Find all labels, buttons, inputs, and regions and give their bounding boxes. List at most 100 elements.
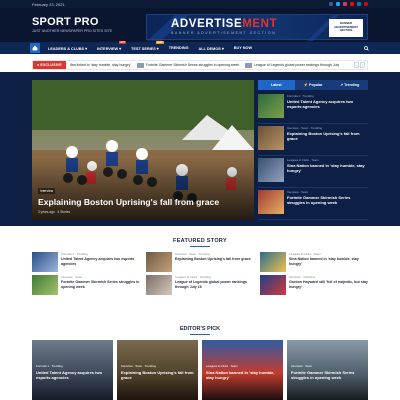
editor-card[interactable]: Formula 1 · Trending United Talent Agenc… <box>32 340 113 400</box>
editor-card[interactable]: Interview · Team Fortnite Gammer Skirmis… <box>287 340 368 400</box>
hero-title[interactable]: Explaining Boston Uprising's fall from g… <box>38 197 219 207</box>
site-tagline: JUST ANOTHER NEWSPAPER PRO SITES SITE <box>32 29 113 33</box>
article-title[interactable]: United Talent Agency acquires two esport… <box>61 257 140 266</box>
home-icon <box>32 45 38 51</box>
article-category: Interview · Team <box>61 275 83 279</box>
article-title[interactable]: Sina Nation banned in 'stay humble, stay… <box>289 257 368 266</box>
featured-grid: Formula 1 · Trending United Talent Agency… <box>32 252 368 318</box>
youtube-icon[interactable] <box>350 2 354 6</box>
ad-title: ADVERTISEMENT <box>171 18 278 30</box>
article-category: Leagues & Clubs · Team <box>287 158 319 162</box>
article-category: Leagues & Clubs · Team <box>289 252 321 256</box>
hero-category[interactable]: Interview <box>38 188 56 194</box>
editor-card[interactable]: Interview · Team · Trending Explaining B… <box>117 340 198 400</box>
nav-item-all-demos[interactable]: ALL DEMOS ▾ <box>194 46 229 51</box>
tabs-panel: Latest ⚡ Popular ↗ Trending Formula 1 · Tr… <box>258 80 369 220</box>
main-navigation: LEADERS & CLUBS ▾ INTERVIEW ▾ HOT TEST SE… <box>0 40 400 54</box>
article-title[interactable]: Explaining Boston Uprising's fall from g… <box>175 257 251 262</box>
article-title[interactable]: Sina Nation banned in 'stay humble, stay… <box>206 370 280 380</box>
article-title[interactable]: Explaining Boston Uprising's fall from g… <box>121 370 195 380</box>
article-category: Formula 1 · Trending <box>36 364 63 368</box>
list-item[interactable]: Formula 1 · Trending United Talent Agency… <box>258 92 368 124</box>
ticker-item[interactable]: Ifan linked to 'stay humble, stay hungry… <box>70 63 131 68</box>
article-title[interactable]: Explaining Boston Uprising's fall from g… <box>287 131 368 141</box>
editors-pick-title: EDITOR'S PICK <box>179 326 221 332</box>
article-category: Interview · Team · Trending <box>287 126 322 130</box>
article-title[interactable]: League of Legends global power rankings … <box>175 280 254 289</box>
article-category: Interview · Team · Trending <box>175 252 210 256</box>
nav-item-test-series[interactable]: TEST SERIES ▾ HOT <box>126 40 164 51</box>
twitter-icon[interactable] <box>336 2 340 6</box>
featured-section-title: FEATURED STORY <box>173 238 227 244</box>
linkedin-icon[interactable] <box>357 2 361 6</box>
site-header: SPORT PRO JUST ANOTHER NEWSPAPER PRO SIT… <box>0 8 400 42</box>
top-bar: February 23, 2021 <box>0 0 400 8</box>
current-date: February 23, 2021 <box>32 1 65 7</box>
trending-icon: ↗ <box>340 83 344 87</box>
article-category: Interview · Team · Trending <box>121 364 156 368</box>
ticker-next-button[interactable]: › <box>360 62 365 68</box>
list-item[interactable]: Interview · Transfers Gordon Hayward stil… <box>260 275 368 295</box>
tab-popular[interactable]: ⚡ Popular <box>294 80 332 90</box>
ad-side-box: BANNER ADVERTISEMENT SECTION <box>329 19 363 37</box>
tab-latest[interactable]: Latest <box>258 80 295 90</box>
search-icon <box>363 45 369 51</box>
article-title[interactable]: United Talent Agency acquires two esport… <box>287 99 368 109</box>
nav-item-buy-now[interactable]: BUY NOW <box>229 46 257 50</box>
nav-item-leaders-clubs[interactable]: LEADERS & CLUBS ▾ <box>43 46 92 51</box>
article-category: Formula 1 · Trending <box>287 94 314 98</box>
article-category: Leagues & Clubs · Trending <box>175 275 211 279</box>
site-logo[interactable]: SPORT PRO <box>32 16 99 28</box>
editors-pick-row: Formula 1 · Trending United Talent Agenc… <box>32 340 368 400</box>
pinterest-icon[interactable] <box>364 2 368 6</box>
article-thumbnail <box>260 252 286 272</box>
list-item[interactable]: Formula 1 · Trending United Talent Agency… <box>32 252 140 272</box>
tab-trending[interactable]: ↗ Trending <box>331 80 369 90</box>
exclusive-label: ● EXCLUSIVE <box>33 61 66 69</box>
list-item[interactable]: Leagues & Clubs · Team Sina Nation banned… <box>258 156 368 188</box>
article-thumbnail <box>32 275 58 295</box>
article-category: Formula 1 · Trending <box>61 252 88 256</box>
title-underline <box>190 334 210 335</box>
hot-badge: HOT <box>156 40 164 44</box>
article-title[interactable]: Sina Nation banned in 'stay humble, stay… <box>287 163 368 173</box>
list-item[interactable]: Interview · Team · Trending Explaining Bo… <box>146 252 254 272</box>
list-item[interactable]: Interview · Team Fortnite Gammer Skirmish… <box>32 275 140 295</box>
hot-badge: HOT <box>118 40 127 44</box>
article-title[interactable]: United Talent Agency acquires two esport… <box>36 370 110 380</box>
article-thumbnail <box>258 94 284 118</box>
ticker-controls: ‹ › <box>354 62 367 68</box>
article-title[interactable]: Gordon Hayward still 'full of majestic, … <box>289 280 368 289</box>
article-title[interactable]: Fortnite Gammer Skirmish Series struggle… <box>291 370 365 380</box>
article-title[interactable]: Fortnite Gammer Skirmish Series struggle… <box>61 280 140 289</box>
hero-meta: 3 years ago · 4 Stories <box>38 210 71 214</box>
list-item[interactable]: Leagues & Clubs · Trending League of Lege… <box>146 275 254 295</box>
popular-list: Formula 1 · Trending United Talent Agency… <box>258 92 368 220</box>
ticker-item[interactable]: Fortnite Gammer Skirmish Series struggle… <box>136 62 239 68</box>
nav-item-interview[interactable]: INTERVIEW ▾ HOT <box>92 40 127 51</box>
article-thumbnail <box>260 275 286 295</box>
ad-subtitle: BANNER ADVERTISEMENT SECTION <box>171 31 277 35</box>
hero-article[interactable]: Interview Explaining Boston Uprising's f… <box>32 80 254 220</box>
tab-bar: Latest ⚡ Popular ↗ Trending <box>258 80 369 90</box>
ticker-thumbnail <box>245 62 253 68</box>
search-button[interactable] <box>362 44 370 52</box>
main-section: Interview Explaining Boston Uprising's f… <box>0 72 400 226</box>
ticker-item[interactable]: League of Legends global power rankings … <box>245 62 339 68</box>
bolt-icon: ⚡ <box>303 83 309 87</box>
article-thumbnail <box>32 252 58 272</box>
list-item[interactable]: Interview · Team Fortnite Gammer Skirmish… <box>258 188 368 220</box>
header-advertisement[interactable]: ADVERTISEMENT BANNER ADVERTISEMENT SECTI… <box>146 14 368 41</box>
title-underline <box>190 246 210 247</box>
facebook-icon[interactable] <box>329 2 333 6</box>
article-title[interactable]: Fortnite Gammer Skirmish Series struggle… <box>287 195 368 205</box>
home-button[interactable] <box>30 43 40 53</box>
instagram-icon[interactable] <box>343 2 347 6</box>
editor-card[interactable]: Leagues & Clubs · Team Sina Nation banne… <box>202 340 283 400</box>
article-category: Interview · Team <box>287 190 309 194</box>
ticker-prev-button[interactable]: ‹ <box>354 62 359 68</box>
list-item[interactable]: Interview · Team · Trending Explaining Bo… <box>258 124 368 156</box>
exclusive-ticker: ● EXCLUSIVE Ifan linked to 'stay humble,… <box>32 60 368 70</box>
nav-item-trending[interactable]: TRENDING <box>164 46 194 50</box>
list-item[interactable]: Leagues & Clubs · Team Sina Nation banned… <box>260 252 368 272</box>
